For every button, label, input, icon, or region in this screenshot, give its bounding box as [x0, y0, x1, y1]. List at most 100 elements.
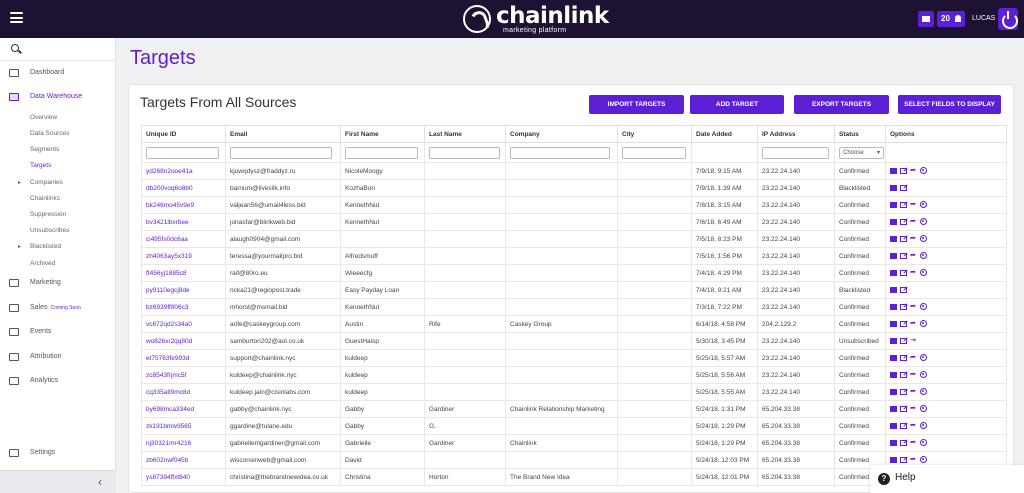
- edit-icon[interactable]: [900, 184, 907, 191]
- sidebar-item-settings[interactable]: Settings: [0, 442, 116, 464]
- sidebar-item-events[interactable]: Events: [0, 321, 116, 343]
- view-icon[interactable]: [920, 218, 927, 226]
- share-icon[interactable]: [910, 268, 917, 276]
- share-icon[interactable]: [910, 455, 917, 463]
- share-icon[interactable]: [910, 319, 917, 327]
- email-icon[interactable]: [890, 235, 897, 242]
- cell-id[interactable]: vc872qd2s34a0: [141, 315, 226, 333]
- share-icon[interactable]: [910, 251, 917, 259]
- menu-icon[interactable]: [10, 12, 23, 23]
- cell-id[interactable]: py9110egcj8de: [141, 281, 226, 299]
- sidebar-collapse-bar[interactable]: ‹: [0, 470, 116, 493]
- view-icon[interactable]: [920, 439, 927, 447]
- edit-icon[interactable]: [900, 252, 907, 259]
- view-icon[interactable]: [920, 252, 927, 260]
- share-icon[interactable]: [910, 438, 917, 446]
- edit-icon[interactable]: [900, 422, 907, 429]
- cell-id[interactable]: zh4063ay5x319: [141, 247, 226, 265]
- unsubscribe-icon[interactable]: [910, 336, 917, 344]
- filter-last-name-input[interactable]: [429, 146, 500, 159]
- email-icon[interactable]: [890, 439, 897, 446]
- sidebar-subitem-archived[interactable]: Archived: [0, 256, 116, 272]
- share-icon[interactable]: [910, 387, 917, 395]
- edit-icon[interactable]: [900, 235, 907, 242]
- edit-icon[interactable]: [900, 388, 907, 395]
- status-filter-select[interactable]: Choose: [839, 146, 884, 159]
- edit-icon[interactable]: [900, 218, 907, 225]
- view-icon[interactable]: [920, 235, 927, 243]
- edit-icon[interactable]: [900, 354, 907, 361]
- view-icon[interactable]: [920, 269, 927, 277]
- edit-icon[interactable]: [900, 320, 907, 327]
- share-icon[interactable]: [910, 353, 917, 361]
- cell-id[interactable]: ft456yj1885c8: [141, 264, 226, 282]
- edit-icon[interactable]: [900, 337, 907, 344]
- edit-icon[interactable]: [900, 303, 907, 310]
- filter-email-input[interactable]: [230, 146, 333, 159]
- edit-icon[interactable]: [900, 439, 907, 446]
- share-icon[interactable]: [910, 404, 917, 412]
- email-icon[interactable]: [890, 422, 897, 429]
- cell-id[interactable]: ys87394ffxt840: [141, 468, 226, 486]
- sidebar-subitem-suppression[interactable]: Suppression: [0, 207, 116, 223]
- cell-id[interactable]: bz6939ff806c3: [141, 298, 226, 316]
- view-icon[interactable]: [920, 201, 927, 209]
- share-icon[interactable]: [910, 234, 917, 242]
- filter-city-input[interactable]: [622, 146, 687, 159]
- email-icon[interactable]: [890, 218, 897, 225]
- edit-icon[interactable]: [900, 456, 907, 463]
- edit-icon[interactable]: [900, 269, 907, 276]
- user-name[interactable]: LUCAS: [972, 11, 995, 27]
- view-icon[interactable]: [920, 388, 927, 396]
- email-icon[interactable]: [890, 337, 897, 344]
- select-fields-button[interactable]: SELECT FIELDS TO DISPLAY: [898, 95, 1001, 114]
- edit-icon[interactable]: [900, 371, 907, 378]
- sidebar-item-data-warehouse[interactable]: Data Warehouse: [0, 86, 116, 108]
- add-target-button[interactable]: ADD TARGET: [690, 95, 784, 114]
- header-city[interactable]: City: [617, 125, 692, 143]
- cell-id[interactable]: db200voq6o8b0: [141, 179, 226, 197]
- email-icon[interactable]: [890, 456, 897, 463]
- share-icon[interactable]: [910, 217, 917, 225]
- sidebar-subitem-targets[interactable]: Targets: [0, 158, 116, 174]
- import-targets-button[interactable]: IMPORT TARGETS: [589, 95, 684, 114]
- cell-id[interactable]: zk191bmlv9565: [141, 417, 226, 435]
- edit-icon[interactable]: [900, 167, 907, 174]
- filter-company-input[interactable]: [510, 146, 610, 159]
- email-icon[interactable]: [890, 252, 897, 259]
- power-icon[interactable]: [998, 8, 1018, 30]
- header-first-name[interactable]: First Name: [340, 125, 425, 143]
- export-targets-button[interactable]: EXPORT TARGETS: [794, 95, 889, 114]
- cell-id[interactable]: by698mca334ed: [141, 400, 226, 418]
- sidebar-subitem-chainlinks[interactable]: Chainlinks: [0, 191, 116, 207]
- mail-icon[interactable]: [918, 11, 934, 27]
- header-email[interactable]: Email: [225, 125, 341, 143]
- email-icon[interactable]: [890, 354, 897, 361]
- cell-id[interactable]: yd268n2ooe41a: [141, 162, 226, 180]
- sidebar-subitem-segments[interactable]: Segments: [0, 142, 116, 158]
- share-icon[interactable]: [910, 302, 917, 310]
- email-icon[interactable]: [890, 371, 897, 378]
- cell-id[interactable]: zc8543frjmc5f: [141, 366, 226, 384]
- cell-id[interactable]: et75763fe993d: [141, 349, 226, 367]
- email-icon[interactable]: [890, 286, 897, 293]
- edit-icon[interactable]: [900, 286, 907, 293]
- share-icon[interactable]: [910, 370, 917, 378]
- email-icon[interactable]: [890, 303, 897, 310]
- email-icon[interactable]: [890, 201, 897, 208]
- sidebar-subitem-data-sources[interactable]: Data Sources: [0, 126, 116, 142]
- edit-icon[interactable]: [900, 201, 907, 208]
- notifications-button[interactable]: 20: [937, 11, 965, 27]
- header-unique-id[interactable]: Unique ID: [141, 125, 226, 143]
- share-icon[interactable]: [910, 166, 917, 174]
- filter-unique-id-input[interactable]: [146, 146, 220, 159]
- header-ip-address[interactable]: IP Address: [757, 125, 835, 143]
- cell-id[interactable]: wo826xr2qq80d: [141, 332, 226, 350]
- header-company[interactable]: Company: [505, 125, 618, 143]
- sidebar-search[interactable]: [0, 38, 116, 61]
- filter-ip-input[interactable]: [762, 146, 829, 159]
- sidebar-item-analytics[interactable]: Analytics: [0, 370, 116, 392]
- cell-id[interactable]: nj30321mr4216: [141, 434, 226, 452]
- cell-id[interactable]: cq335atl9mc8d: [141, 383, 226, 401]
- view-icon[interactable]: [920, 354, 927, 362]
